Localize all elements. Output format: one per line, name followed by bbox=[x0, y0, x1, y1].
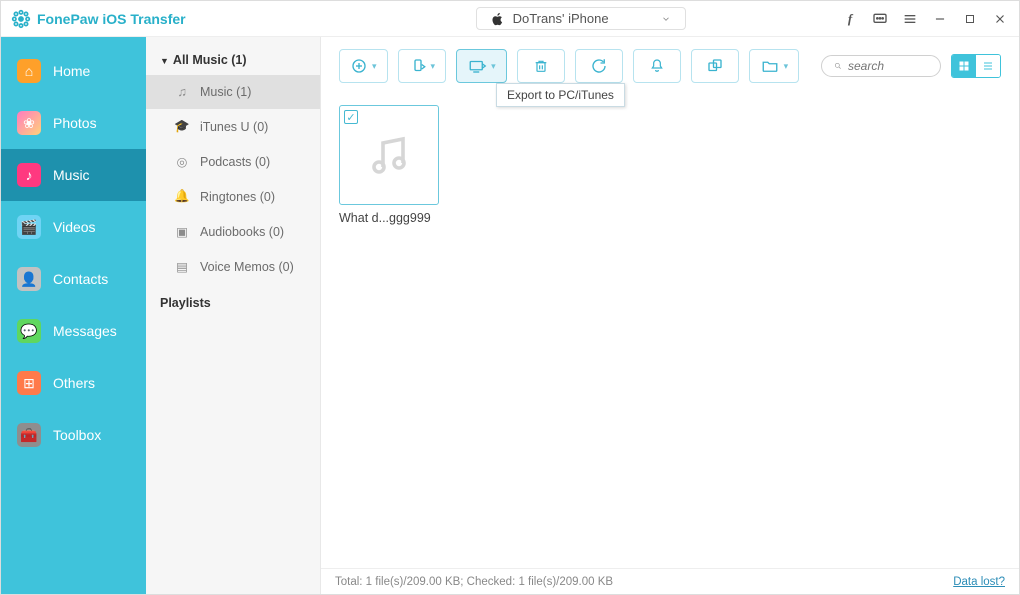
sidebar-item-music[interactable]: ♪ Music bbox=[1, 149, 146, 201]
toolbar: ▾ ▾ ▾ ▾ Export to PC/iTunes bbox=[321, 37, 1019, 95]
category-music[interactable]: ♫Music (1) bbox=[146, 75, 320, 109]
sidebar-item-label: Toolbox bbox=[53, 427, 101, 443]
chevron-down-icon bbox=[661, 14, 671, 24]
search-icon bbox=[834, 60, 842, 72]
app-title: FonePaw iOS Transfer bbox=[37, 11, 186, 27]
list-view-button[interactable] bbox=[976, 55, 1000, 77]
music-note-icon: ♫ bbox=[174, 85, 190, 99]
sidebar-item-label: Photos bbox=[53, 115, 97, 131]
others-icon: ⊞ bbox=[17, 371, 41, 395]
category-panel: ▼All Music (1) ♫Music (1) 🎓iTunes U (0) … bbox=[146, 37, 321, 594]
chevron-down-icon: ▾ bbox=[431, 61, 436, 72]
music-note-icon bbox=[365, 131, 413, 179]
all-music-header[interactable]: ▼All Music (1) bbox=[146, 45, 320, 75]
main-area: ▾ ▾ ▾ ▾ Export to PC/iTunes bbox=[321, 37, 1019, 594]
to-device-button[interactable]: ▾ bbox=[398, 49, 447, 83]
photos-icon: ❀ bbox=[17, 111, 41, 135]
search-input[interactable] bbox=[848, 59, 928, 73]
folder-button[interactable]: ▾ bbox=[749, 49, 800, 83]
podcast-icon: ◎ bbox=[174, 154, 190, 169]
data-lost-link[interactable]: Data lost? bbox=[953, 576, 1005, 588]
menu-icon[interactable] bbox=[901, 10, 919, 28]
music-item-label: What d...ggg999 bbox=[339, 211, 439, 225]
chevron-down-icon: ▾ bbox=[372, 61, 377, 72]
music-thumbnail[interactable]: ✓ bbox=[339, 105, 439, 205]
sidebar-item-videos[interactable]: 🎬 Videos bbox=[1, 201, 146, 253]
category-audiobooks[interactable]: ▣Audiobooks (0) bbox=[146, 214, 320, 249]
maximize-button[interactable] bbox=[961, 10, 979, 28]
category-podcasts[interactable]: ◎Podcasts (0) bbox=[146, 144, 320, 179]
messages-icon: 💬 bbox=[17, 319, 41, 343]
sidebar-item-label: Others bbox=[53, 375, 95, 391]
feedback-icon[interactable] bbox=[871, 10, 889, 28]
voice-memo-icon: ▤ bbox=[174, 259, 190, 274]
add-button[interactable]: ▾ bbox=[339, 49, 388, 83]
export-tooltip: Export to PC/iTunes bbox=[496, 83, 625, 107]
videos-icon: 🎬 bbox=[17, 215, 41, 239]
audiobook-icon: ▣ bbox=[174, 224, 190, 239]
refresh-button[interactable] bbox=[575, 49, 623, 83]
apple-icon bbox=[491, 12, 505, 26]
sidebar-item-photos[interactable]: ❀ Photos bbox=[1, 97, 146, 149]
bell-icon: 🔔 bbox=[174, 189, 190, 204]
chevron-down-icon: ▾ bbox=[784, 61, 789, 72]
toolbox-icon: 🧰 bbox=[17, 423, 41, 447]
category-voicememos[interactable]: ▤Voice Memos (0) bbox=[146, 249, 320, 284]
app-logo: FonePaw iOS Transfer bbox=[11, 9, 186, 29]
category-itunesu[interactable]: 🎓iTunes U (0) bbox=[146, 109, 320, 144]
music-icon: ♪ bbox=[17, 163, 41, 187]
home-icon: ⌂ bbox=[17, 59, 41, 83]
device-picker[interactable]: DoTrans' iPhone bbox=[476, 7, 686, 30]
logo-icon bbox=[11, 9, 31, 29]
sidebar-item-label: Contacts bbox=[53, 271, 108, 287]
sidebar-item-label: Videos bbox=[53, 219, 96, 235]
content-grid: ✓ What d...ggg999 bbox=[321, 95, 1019, 568]
category-ringtones[interactable]: 🔔Ringtones (0) bbox=[146, 179, 320, 214]
sidebar-item-home[interactable]: ⌂ Home bbox=[1, 45, 146, 97]
item-checkbox[interactable]: ✓ bbox=[344, 110, 358, 124]
graduation-cap-icon: 🎓 bbox=[174, 119, 190, 134]
sidebar-item-label: Music bbox=[53, 167, 90, 183]
playlists-section[interactable]: Playlists bbox=[146, 284, 320, 322]
minimize-button[interactable] bbox=[931, 10, 949, 28]
sidebar-item-messages[interactable]: 💬 Messages bbox=[1, 305, 146, 357]
titlebar: FonePaw iOS Transfer DoTrans' iPhone f bbox=[1, 1, 1019, 37]
ringtone-maker-button[interactable] bbox=[633, 49, 681, 83]
contacts-icon: 👤 bbox=[17, 267, 41, 291]
dedupe-button[interactable] bbox=[691, 49, 739, 83]
status-text: Total: 1 file(s)/209.00 KB; Checked: 1 f… bbox=[335, 576, 613, 588]
sidebar-item-toolbox[interactable]: 🧰 Toolbox bbox=[1, 409, 146, 461]
sidebar: ⌂ Home ❀ Photos ♪ Music 🎬 Videos 👤 Contacts 💬… bbox=[1, 37, 146, 594]
search-box[interactable] bbox=[821, 55, 941, 77]
delete-button[interactable] bbox=[517, 49, 565, 83]
sidebar-item-label: Messages bbox=[53, 323, 117, 339]
grid-view-button[interactable] bbox=[952, 55, 976, 77]
sidebar-item-others[interactable]: ⊞ Others bbox=[1, 357, 146, 409]
device-name: DoTrans' iPhone bbox=[513, 11, 609, 26]
chevron-down-icon: ▾ bbox=[491, 61, 496, 72]
sidebar-item-label: Home bbox=[53, 63, 90, 79]
close-button[interactable] bbox=[991, 10, 1009, 28]
sidebar-item-contacts[interactable]: 👤 Contacts bbox=[1, 253, 146, 305]
music-item[interactable]: ✓ What d...ggg999 bbox=[339, 105, 439, 225]
status-bar: Total: 1 file(s)/209.00 KB; Checked: 1 f… bbox=[321, 568, 1019, 594]
triangle-down-icon: ▼ bbox=[160, 56, 169, 66]
export-button[interactable]: ▾ bbox=[456, 49, 507, 83]
view-toggle bbox=[951, 54, 1001, 78]
facebook-icon[interactable]: f bbox=[841, 10, 859, 28]
